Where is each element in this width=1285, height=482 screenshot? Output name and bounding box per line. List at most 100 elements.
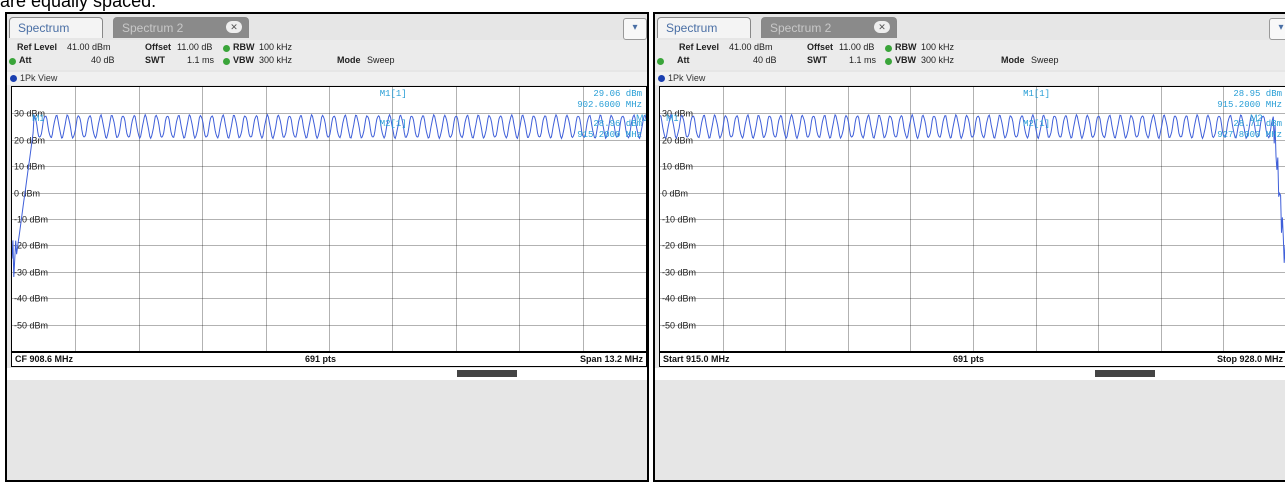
offset-value: 11.00 dB: [177, 42, 213, 52]
marker-1-tag: M1: [666, 113, 679, 123]
att-label: Att: [19, 55, 32, 65]
marker-1-label: M1[1]: [1023, 89, 1050, 99]
spectrum-plot[interactable]: 30 dBm 20 dBm 10 dBm 0 dBm -10 dBm -20 dBm -30…: [11, 86, 647, 352]
tab-spectrum[interactable]: Spectrum: [657, 17, 751, 38]
status-dot-icon: [885, 58, 892, 65]
tab-spectrum-2[interactable]: Spectrum 2 ✕: [113, 17, 249, 38]
trace-dot-icon: [658, 75, 665, 82]
progress-indicator: [1095, 370, 1155, 377]
spectrum-panel-left: Spectrum Spectrum 2 ✕ ▾ Ref Level 41.00 …: [5, 12, 649, 482]
marker-2-label: M2[1]: [1023, 119, 1050, 129]
marker-2-frequency: 915.2000 MHz: [577, 130, 642, 140]
stop-frequency: Stop 928.0 MHz: [1216, 354, 1283, 364]
y-tick-label: -20 dBm: [14, 241, 48, 251]
att-value: 40 dB: [91, 55, 115, 65]
vbw-value: 300 kHz: [921, 55, 955, 65]
marker-2-tag: M2: [1250, 113, 1263, 123]
spectrum-trace: [660, 113, 1285, 263]
plot-footer: Start 915.0 MHz 691 pts Stop 928.0 MHz: [659, 352, 1285, 367]
progress-indicator: [457, 370, 517, 377]
y-tick-label: -50 dBm: [14, 321, 48, 331]
marker-1-level: 28.95 dBm: [1233, 89, 1282, 99]
marker-2-tag: M2: [636, 113, 646, 123]
rbw-value: 100 kHz: [921, 42, 955, 52]
marker-1-frequency: 915.2000 MHz: [1217, 100, 1282, 110]
marker-1-frequency: 902.6000 MHz: [577, 100, 642, 110]
ref-level-value: 41.00 dBm: [67, 42, 111, 52]
view-label-text: 1Pk View: [668, 73, 706, 83]
status-dot-icon: [9, 58, 16, 65]
settings-row-2: Att 40 dB SWT 1.1 ms VBW 300 kHz Mode Sw…: [655, 55, 1285, 68]
marker-1-level: 29.06 dBm: [593, 89, 642, 99]
rbw-label: RBW: [895, 42, 917, 52]
trace-dot-icon: [10, 75, 17, 82]
status-dot-icon: [885, 45, 892, 52]
y-tick-label: -20 dBm: [662, 241, 696, 251]
status-dot-icon: [223, 45, 230, 52]
swt-value: 1.1 ms: [187, 55, 215, 65]
trace-view-label: 1Pk View: [7, 72, 647, 85]
close-icon[interactable]: ✕: [874, 21, 890, 33]
marker-2-frequency: 927.8000 MHz: [1217, 130, 1282, 140]
swt-value: 1.1 ms: [849, 55, 877, 65]
bottom-toolbar: [655, 368, 1285, 380]
settings-bar: Ref Level 41.00 dBm Offset 11.00 dB RBW …: [655, 40, 1285, 70]
mode-label: Mode: [1001, 55, 1025, 65]
tab-spectrum[interactable]: Spectrum: [9, 17, 103, 38]
start-frequency: Start 915.0 MHz: [663, 354, 730, 364]
y-tick-label: -30 dBm: [14, 268, 48, 278]
offset-label: Offset: [145, 42, 172, 52]
tab-bar: Spectrum Spectrum 2 ✕ ▾: [655, 14, 1285, 40]
y-tick-label: -50 dBm: [662, 321, 696, 331]
y-tick-label: -10 dBm: [14, 215, 48, 225]
ref-level-label: Ref Level: [17, 42, 58, 52]
bottom-toolbar: [7, 368, 647, 380]
y-tick-label: -30 dBm: [662, 268, 696, 278]
plot-footer: CF 908.6 MHz 691 pts Span 13.2 MHz: [11, 352, 647, 367]
y-tick-label: 0 dBm: [14, 189, 40, 199]
trace-view-label: 1Pk View: [655, 72, 1285, 85]
ref-level-label: Ref Level: [679, 42, 720, 52]
status-dot-icon: [657, 58, 664, 65]
settings-bar: Ref Level 41.00 dBm Offset 11.00 dB RBW …: [7, 40, 647, 70]
swt-label: SWT: [807, 55, 827, 65]
marker-2-label: M2[1]: [380, 119, 407, 129]
spectrum-plot[interactable]: 30 dBm 20 dBm 10 dBm 0 dBm -10 dBm -20 dBm -30…: [659, 86, 1285, 352]
center-frequency: CF 908.6 MHz: [15, 354, 74, 364]
rbw-label: RBW: [233, 42, 255, 52]
rbw-value: 100 kHz: [259, 42, 293, 52]
settings-row-1: Ref Level 41.00 dBm Offset 11.00 dB RBW …: [655, 42, 1285, 55]
point-count: 691 pts: [953, 354, 985, 364]
settings-row-1: Ref Level 41.00 dBm Offset 11.00 dB RBW …: [7, 42, 647, 55]
view-label-text: 1Pk View: [20, 73, 58, 83]
tab-spectrum-2-label: Spectrum 2: [770, 21, 832, 35]
swt-label: SWT: [145, 55, 165, 65]
marker-1-tag: M1: [32, 113, 45, 123]
point-count: 691 pts: [305, 354, 337, 364]
span-value: Span 13.2 MHz: [579, 354, 643, 364]
spectrum-panel-right: Spectrum Spectrum 2 ✕ ▾ Ref Level 41.00 …: [653, 12, 1285, 482]
att-value: 40 dB: [753, 55, 777, 65]
lower-area: [7, 380, 647, 480]
window-menu-icon[interactable]: ▾: [1269, 18, 1285, 40]
offset-value: 11.00 dB: [839, 42, 875, 52]
vbw-label: VBW: [895, 55, 916, 65]
settings-row-2: Att 40 dB SWT 1.1 ms VBW 300 kHz Mode Sw…: [7, 55, 647, 68]
window-menu-icon[interactable]: ▾: [623, 18, 647, 40]
status-dot-icon: [223, 58, 230, 65]
marker-1-label: M1[1]: [380, 89, 407, 99]
close-icon[interactable]: ✕: [226, 21, 242, 33]
mode-value: Sweep: [367, 55, 395, 65]
spectrum-trace: [12, 113, 646, 278]
vbw-label: VBW: [233, 55, 254, 65]
y-tick-label: -40 dBm: [662, 294, 696, 304]
tab-spectrum-2-label: Spectrum 2: [122, 21, 184, 35]
offset-label: Offset: [807, 42, 834, 52]
tab-spectrum-2[interactable]: Spectrum 2 ✕: [761, 17, 897, 38]
mode-value: Sweep: [1031, 55, 1059, 65]
y-tick-label: 0 dBm: [662, 189, 688, 199]
y-tick-label: -40 dBm: [14, 294, 48, 304]
ref-level-value: 41.00 dBm: [729, 42, 773, 52]
vbw-value: 300 kHz: [259, 55, 293, 65]
y-tick-label: 10 dBm: [662, 162, 693, 172]
